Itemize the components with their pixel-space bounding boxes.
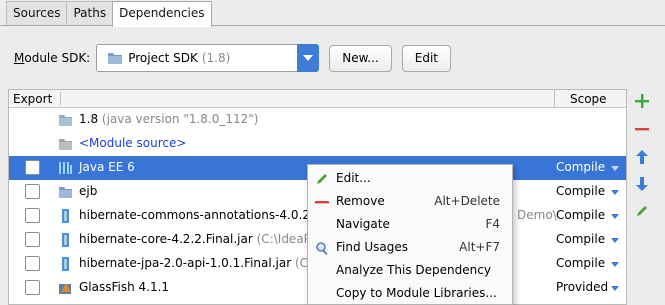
tab-divider: [0, 25, 665, 26]
tab-bar: Sources Paths Dependencies: [6, 1, 212, 27]
export-checkbox[interactable]: [25, 208, 40, 223]
module-folder-icon: [59, 187, 72, 198]
table-header: Export Scope: [9, 90, 626, 108]
menu-item-remove[interactable]: Remove Alt+Delete: [308, 190, 512, 213]
scope-dropdown-icon[interactable]: [611, 190, 619, 195]
export-checkbox[interactable]: [25, 184, 40, 199]
remove-icon[interactable]: [633, 120, 651, 138]
add-icon[interactable]: [633, 92, 651, 110]
row-detail: (java version "1.8.0_112"): [98, 112, 259, 126]
export-checkbox[interactable]: [25, 256, 40, 271]
menu-item-copy-to-module-libraries[interactable]: Copy to Module Libraries...: [308, 282, 512, 305]
edit-icon[interactable]: [633, 202, 651, 220]
module-sdk-value: Project SDK: [128, 51, 198, 65]
chevron-down-icon[interactable]: [297, 44, 320, 72]
row-name: hibernate-commons-annotations-4.0.2: [79, 208, 310, 222]
scope-dropdown-icon[interactable]: [611, 214, 619, 219]
folder-icon: [108, 53, 123, 64]
jar-icon: [62, 257, 69, 271]
tab-sources[interactable]: Sources: [6, 1, 68, 25]
export-checkbox[interactable]: [25, 160, 40, 175]
table-row[interactable]: 1.8 (java version "1.8.0_112"): [9, 108, 626, 132]
export-checkbox[interactable]: [25, 280, 40, 295]
row-name: Java EE 6: [79, 160, 135, 174]
search-icon: [316, 242, 328, 255]
row-scope[interactable]: Compile: [556, 160, 605, 174]
table-row[interactable]: <Module source>: [9, 132, 626, 156]
scope-dropdown-icon[interactable]: [611, 238, 619, 243]
move-up-icon[interactable]: [633, 148, 651, 166]
module-sdk-combo[interactable]: Project SDK (1.8): [96, 44, 320, 72]
row-scope[interactable]: Provided: [556, 280, 608, 294]
column-separator: [554, 90, 555, 108]
tab-paths[interactable]: Paths: [66, 1, 114, 25]
module-sdk-row: Module SDK: Project SDK (1.8) New... Edi…: [14, 43, 451, 73]
module-sdk-version: (1.8): [201, 51, 231, 65]
new-sdk-button[interactable]: New...: [329, 44, 392, 72]
menu-item-analyze-dependency[interactable]: Analyze This Dependency: [308, 259, 512, 282]
tab-dependencies[interactable]: Dependencies: [112, 1, 212, 27]
export-checkbox[interactable]: [25, 232, 40, 247]
jar-icon: [62, 233, 69, 247]
menu-item-navigate[interactable]: Navigate F4: [308, 213, 512, 236]
menu-item-edit[interactable]: Edit...: [308, 167, 512, 190]
module-source-icon: [59, 139, 72, 150]
row-name: hibernate-core-4.2.2.Final.jar: [79, 232, 253, 246]
remove-icon: [315, 201, 329, 204]
move-down-icon[interactable]: [633, 175, 651, 193]
row-name: 1.8: [79, 112, 99, 126]
edit-icon: [317, 174, 327, 184]
row-scope[interactable]: Compile: [556, 232, 605, 246]
library-icon: [59, 162, 72, 174]
row-name: GlassFish 4.1.1: [79, 280, 170, 294]
menu-item-find-usages[interactable]: Find Usages Alt+F7: [308, 236, 512, 259]
scope-dropdown-icon[interactable]: [611, 286, 619, 291]
row-scope[interactable]: Compile: [556, 184, 605, 198]
glassfish-icon: [59, 283, 71, 294]
row-name: <Module source>: [79, 136, 187, 150]
sdk-folder-icon: [59, 115, 72, 126]
row-scope[interactable]: Compile: [556, 208, 605, 222]
column-export[interactable]: Export: [13, 92, 52, 106]
row-name: hibernate-jpa-2.0-api-1.0.1.Final.jar: [79, 256, 292, 270]
scope-dropdown-icon[interactable]: [611, 262, 619, 267]
edit-sdk-button[interactable]: Edit: [401, 44, 451, 72]
column-scope[interactable]: Scope: [570, 92, 607, 106]
module-sdk-label: Module SDK:: [14, 51, 91, 65]
column-separator: [60, 92, 61, 105]
context-menu: Edit... Remove Alt+Delete Navigate F4 Fi…: [307, 164, 513, 305]
row-scope[interactable]: Compile: [556, 256, 605, 270]
row-name: ejb: [79, 184, 98, 198]
scope-dropdown-icon[interactable]: [611, 166, 619, 171]
jar-icon: [62, 209, 69, 223]
row-path: Demo\: [517, 208, 559, 222]
